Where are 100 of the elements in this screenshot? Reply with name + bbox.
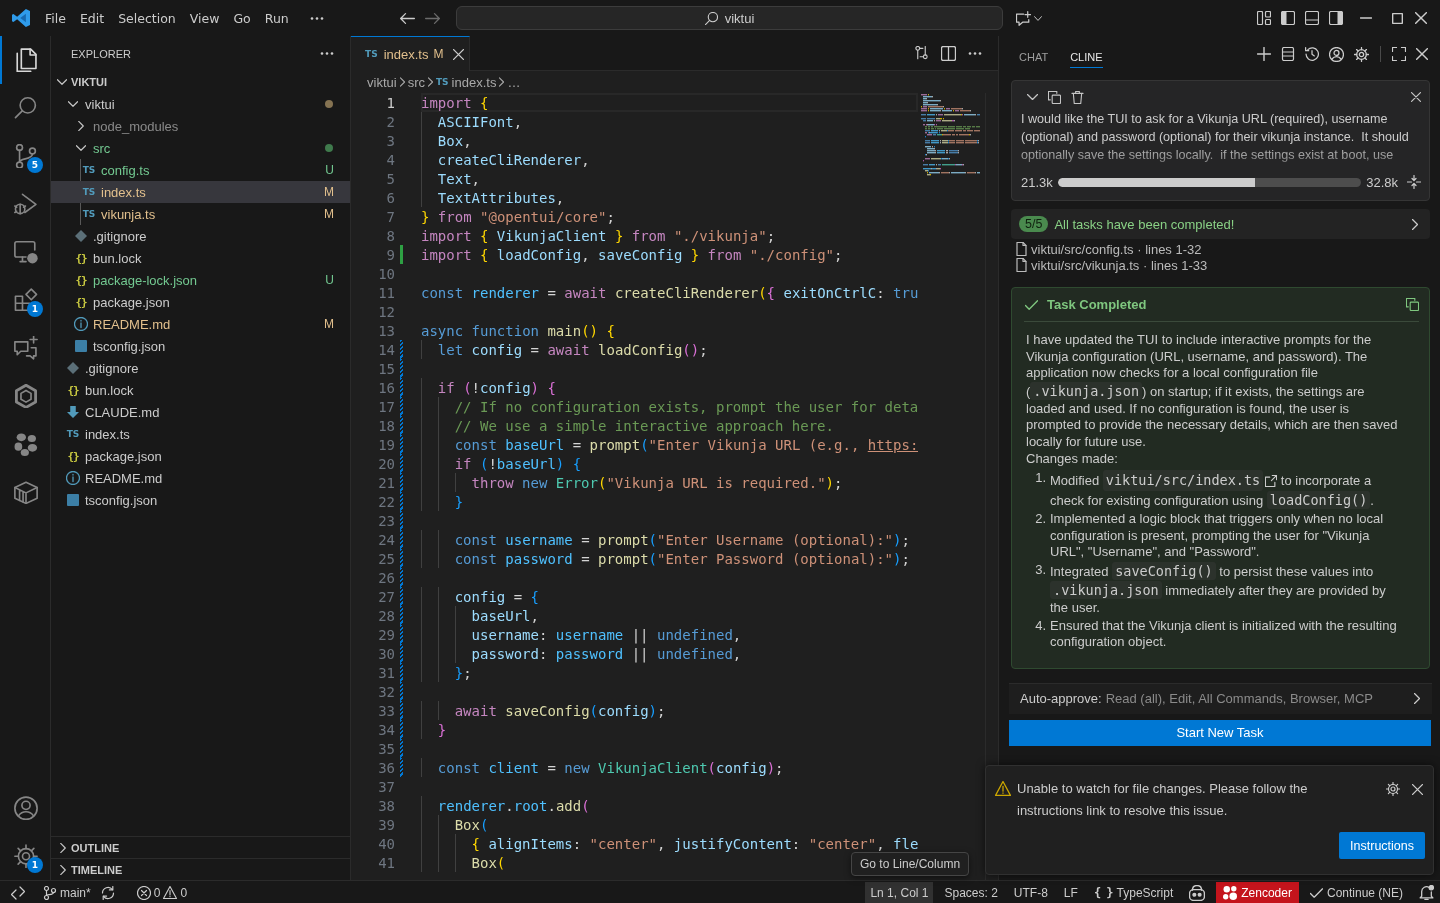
- more-icon[interactable]: [968, 51, 982, 55]
- robot-face-icon[interactable]: [1189, 884, 1206, 901]
- editor-tab[interactable]: TS index.ts M: [351, 36, 471, 71]
- fullscreen-icon[interactable]: [1392, 47, 1406, 61]
- compare-changes-icon[interactable]: [914, 45, 929, 61]
- maximize-icon[interactable]: [1392, 12, 1403, 24]
- extension-status[interactable]: Zencoder: [1216, 881, 1299, 903]
- source-control-icon[interactable]: [14, 144, 38, 168]
- branch-name[interactable]: main*: [60, 885, 91, 900]
- package-box-icon[interactable]: [14, 480, 38, 504]
- file-reference[interactable]: viktui/src/vikunja.ts · lines 1-33: [1031, 257, 1208, 273]
- chevron-right-icon[interactable]: [78, 121, 84, 131]
- warning-icon[interactable]: [163, 886, 178, 899]
- settings-icon[interactable]: [1386, 782, 1400, 796]
- compress-icon[interactable]: [1407, 175, 1421, 189]
- section-header[interactable]: TIMELINE: [71, 863, 123, 876]
- more-icon[interactable]: [320, 52, 334, 55]
- file-name[interactable]: tsconfig.json: [85, 492, 158, 508]
- caret-down-icon[interactable]: [1034, 15, 1042, 21]
- breadcrumb-item[interactable]: viktui: [367, 74, 397, 90]
- chevron-right-icon[interactable]: [1412, 218, 1418, 230]
- chevron-down-icon[interactable]: [76, 145, 86, 151]
- status-item[interactable]: Spaces: 2: [939, 881, 1003, 903]
- file-name[interactable]: README.md: [93, 316, 171, 332]
- auto-approve-bar[interactable]: Auto-approve: Read (all), Edit, All Commands, Browser, MCP: [1009, 682, 1432, 714]
- file-name[interactable]: bun.lock: [85, 382, 134, 398]
- section-header[interactable]: OUTLINE: [71, 841, 120, 854]
- chevron-down-icon[interactable]: [1027, 94, 1038, 100]
- file-name[interactable]: index.ts: [85, 426, 130, 442]
- close-icon[interactable]: [1415, 12, 1427, 24]
- error-icon[interactable]: [136, 885, 151, 900]
- breadcrumb-item[interactable]: index.ts: [451, 74, 497, 90]
- extension-status[interactable]: Continue (NE): [1304, 881, 1408, 903]
- file-name[interactable]: package.json: [85, 448, 162, 464]
- external-link-icon[interactable]: [1265, 474, 1278, 487]
- files-icon[interactable]: [14, 48, 38, 72]
- settings-icon[interactable]: [14, 844, 38, 868]
- settings-icon[interactable]: [1354, 46, 1369, 62]
- chat-plus-icon[interactable]: [1016, 10, 1031, 26]
- chevron-right-icon[interactable]: [60, 864, 66, 875]
- search-box[interactable]: viktui: [456, 6, 1003, 30]
- menu-item[interactable]: Selection: [111, 6, 183, 30]
- angle-brackets-icon[interactable]: [11, 885, 25, 900]
- search-icon[interactable]: [14, 96, 38, 120]
- folder-name[interactable]: node_modules: [93, 118, 179, 134]
- bell-icon[interactable]: [1419, 885, 1434, 900]
- workspace-name[interactable]: VIKTUI: [71, 76, 108, 88]
- branch-icon[interactable]: [43, 885, 57, 900]
- forward-arrow-icon[interactable]: [425, 10, 440, 26]
- start-task-button[interactable]: Start New Task: [1009, 719, 1431, 746]
- menu-item[interactable]: Run: [257, 6, 296, 30]
- blob-cluster-icon[interactable]: [14, 432, 38, 456]
- file-name[interactable]: vikunja.ts: [101, 206, 156, 222]
- copy-icon[interactable]: [1048, 90, 1061, 104]
- panel-tab[interactable]: CLINE: [1070, 44, 1103, 68]
- remote-monitor-icon[interactable]: [14, 240, 38, 264]
- bottom-panel-icon[interactable]: [1305, 11, 1319, 25]
- close-icon[interactable]: [1411, 92, 1421, 102]
- plus-icon[interactable]: [1257, 47, 1271, 61]
- file-name[interactable]: config.ts: [101, 162, 150, 178]
- status-item[interactable]: LF: [1058, 881, 1083, 903]
- copy-icon[interactable]: [1406, 298, 1419, 311]
- trash-icon[interactable]: [1071, 90, 1084, 104]
- file-name[interactable]: CLAUDE.md: [85, 404, 160, 420]
- file-name[interactable]: .gitignore: [85, 360, 139, 376]
- breadcrumb-item[interactable]: …: [507, 74, 521, 90]
- account-icon[interactable]: [1329, 46, 1344, 62]
- right-sidebar-icon[interactable]: [1329, 11, 1343, 25]
- extensions-icon[interactable]: [14, 288, 38, 312]
- close-icon[interactable]: [1416, 48, 1428, 60]
- chat-plus-icon[interactable]: [14, 336, 38, 360]
- hexagon-ring-icon[interactable]: [14, 384, 38, 408]
- close-icon[interactable]: [453, 48, 465, 60]
- folder-name[interactable]: viktui: [85, 96, 115, 112]
- menu-item[interactable]: View: [182, 6, 227, 30]
- split-editor-icon[interactable]: [941, 45, 956, 61]
- instructions-button[interactable]: Instructions: [1339, 832, 1425, 859]
- error-count[interactable]: 0: [153, 885, 161, 900]
- menu-item[interactable]: File: [38, 6, 73, 30]
- breadcrumb-item[interactable]: src: [407, 74, 425, 90]
- warning-count[interactable]: 0: [180, 885, 188, 900]
- back-arrow-icon[interactable]: [400, 10, 415, 26]
- status-item[interactable]: Ln 1, Col 1: [865, 881, 934, 903]
- chevron-right-icon[interactable]: [60, 842, 66, 853]
- menu-item[interactable]: Go: [226, 6, 258, 30]
- file-name[interactable]: README.md: [85, 470, 163, 486]
- stacked-list-icon[interactable]: [1281, 47, 1295, 61]
- file-name[interactable]: bun.lock: [93, 250, 142, 266]
- file-name[interactable]: index.ts: [101, 184, 146, 200]
- file-reference[interactable]: viktui/src/config.ts · lines 1-32: [1031, 241, 1202, 257]
- menu-item[interactable]: Edit: [72, 6, 112, 30]
- more-icon[interactable]: [309, 16, 324, 20]
- file-name[interactable]: .gitignore: [93, 228, 147, 244]
- file-name[interactable]: package.json: [93, 294, 170, 310]
- file-name[interactable]: tsconfig.json: [93, 338, 166, 354]
- layout-grid-icon[interactable]: [1257, 11, 1271, 25]
- file-name[interactable]: package-lock.json: [93, 272, 198, 288]
- close-icon[interactable]: [1412, 784, 1423, 795]
- chevron-down-icon[interactable]: [57, 79, 67, 85]
- language-mode[interactable]: TypeScript: [1116, 885, 1174, 900]
